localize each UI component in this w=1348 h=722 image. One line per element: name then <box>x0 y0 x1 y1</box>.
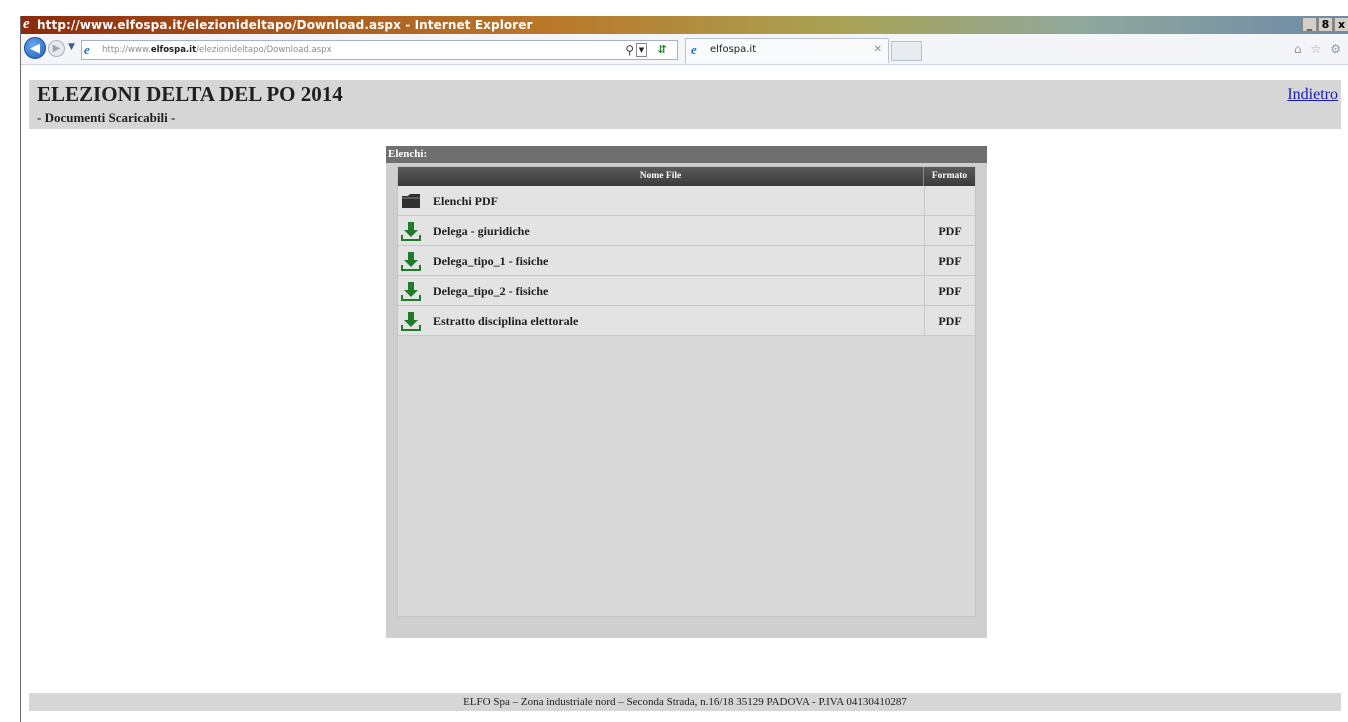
title-bar: e http://www.elfospa.it/elezionideltapo/… <box>21 16 1348 34</box>
page-footer: ELFO Spa – Zona industriale nord – Secon… <box>29 693 1341 711</box>
settings-gear-icon[interactable]: ⚙ <box>1330 42 1341 56</box>
column-header-name[interactable]: Nome File <box>398 167 924 186</box>
page-subtitle: - Documenti Scaricabili - <box>37 110 176 125</box>
ie-logo-icon: e <box>23 16 30 32</box>
panel-title: Elenchi: <box>388 148 428 160</box>
maximize-button[interactable]: 8 <box>1318 17 1333 32</box>
file-format: PDF <box>924 246 975 275</box>
compatibility-refresh-icon[interactable]: ⇵ <box>653 42 671 58</box>
files-grid: Nome File Formato Elenchi PDF Delega - g… <box>397 166 976 617</box>
download-icon[interactable] <box>401 221 421 241</box>
column-header-format[interactable]: Formato <box>924 167 975 186</box>
browser-window: e http://www.elfospa.it/elezionideltapo/… <box>20 16 1348 722</box>
page-favicon-icon: e <box>84 42 90 57</box>
browser-toolbar: ◀ ▶ ▼ e http://www.elfospa.it/elezionide… <box>21 34 1348 65</box>
window-controls: _ 8 x <box>1302 17 1348 33</box>
grid-body: Elenchi PDF Delega - giuridiche PDF Dele… <box>398 186 975 336</box>
home-icon[interactable]: ⌂ <box>1294 42 1302 56</box>
toolbar-right-icons: ⌂ ☆ ⚙ <box>1294 42 1341 56</box>
window-title: http://www.elfospa.it/elezionideltapo/Do… <box>37 18 533 32</box>
file-name[interactable]: Delega_tipo_2 - fisiche <box>433 276 548 306</box>
tab-elfospa[interactable]: e elfospa.it ✕ <box>685 38 889 63</box>
file-format: PDF <box>924 306 975 335</box>
file-name[interactable]: Delega_tipo_1 - fisiche <box>433 246 548 276</box>
back-link[interactable]: Indietro <box>1287 86 1338 104</box>
download-icon[interactable] <box>401 281 421 301</box>
page-header: ELEZIONI DELTA DEL PO 2014 - Documenti S… <box>29 80 1341 129</box>
new-tab-button[interactable] <box>891 41 922 61</box>
table-row[interactable]: Estratto disciplina elettorale PDF <box>398 306 975 336</box>
panel-title-bar: Elenchi: <box>386 146 987 163</box>
favorites-star-icon[interactable]: ☆ <box>1310 42 1321 56</box>
tab-close-icon[interactable]: ✕ <box>874 44 882 55</box>
file-format <box>924 186 975 215</box>
file-format: PDF <box>924 216 975 245</box>
page-title: ELEZIONI DELTA DEL PO 2014 <box>37 82 343 106</box>
grid-header: Nome File Formato <box>398 167 975 186</box>
file-format: PDF <box>924 276 975 305</box>
minimize-button[interactable]: _ <box>1302 17 1317 32</box>
table-row[interactable]: Delega_tipo_2 - fisiche PDF <box>398 276 975 306</box>
search-icon[interactable]: ⚲ <box>625 42 634 58</box>
download-icon[interactable] <box>401 251 421 271</box>
documents-panel: Elenchi: Nome File Formato Elenchi PDF D… <box>386 146 987 638</box>
table-row[interactable]: Delega - giuridiche PDF <box>398 216 975 246</box>
address-bar[interactable]: e http://www.elfospa.it/elezionideltapo/… <box>81 40 678 60</box>
table-row[interactable]: Delega_tipo_1 - fisiche PDF <box>398 246 975 276</box>
address-dropdown-icon[interactable]: ▼ <box>636 43 647 57</box>
file-name[interactable]: Elenchi PDF <box>433 186 498 216</box>
tab-favicon-icon: e <box>691 42 697 57</box>
download-icon[interactable] <box>401 311 421 331</box>
tab-label: elfospa.it <box>710 44 757 55</box>
file-name[interactable]: Estratto disciplina elettorale <box>433 306 578 336</box>
table-row[interactable]: Elenchi PDF <box>398 186 975 216</box>
history-dropdown-icon[interactable]: ▼ <box>68 42 75 52</box>
page-content: ELEZIONI DELTA DEL PO 2014 - Documenti S… <box>21 65 1348 722</box>
close-button[interactable]: x <box>1334 17 1348 32</box>
forward-button[interactable]: ▶ <box>48 40 65 57</box>
url-text[interactable]: http://www.elfospa.it/elezionideltapo/Do… <box>102 43 332 57</box>
folder-icon[interactable] <box>401 191 421 211</box>
file-name[interactable]: Delega - giuridiche <box>433 216 530 246</box>
back-button[interactable]: ◀ <box>24 37 46 59</box>
